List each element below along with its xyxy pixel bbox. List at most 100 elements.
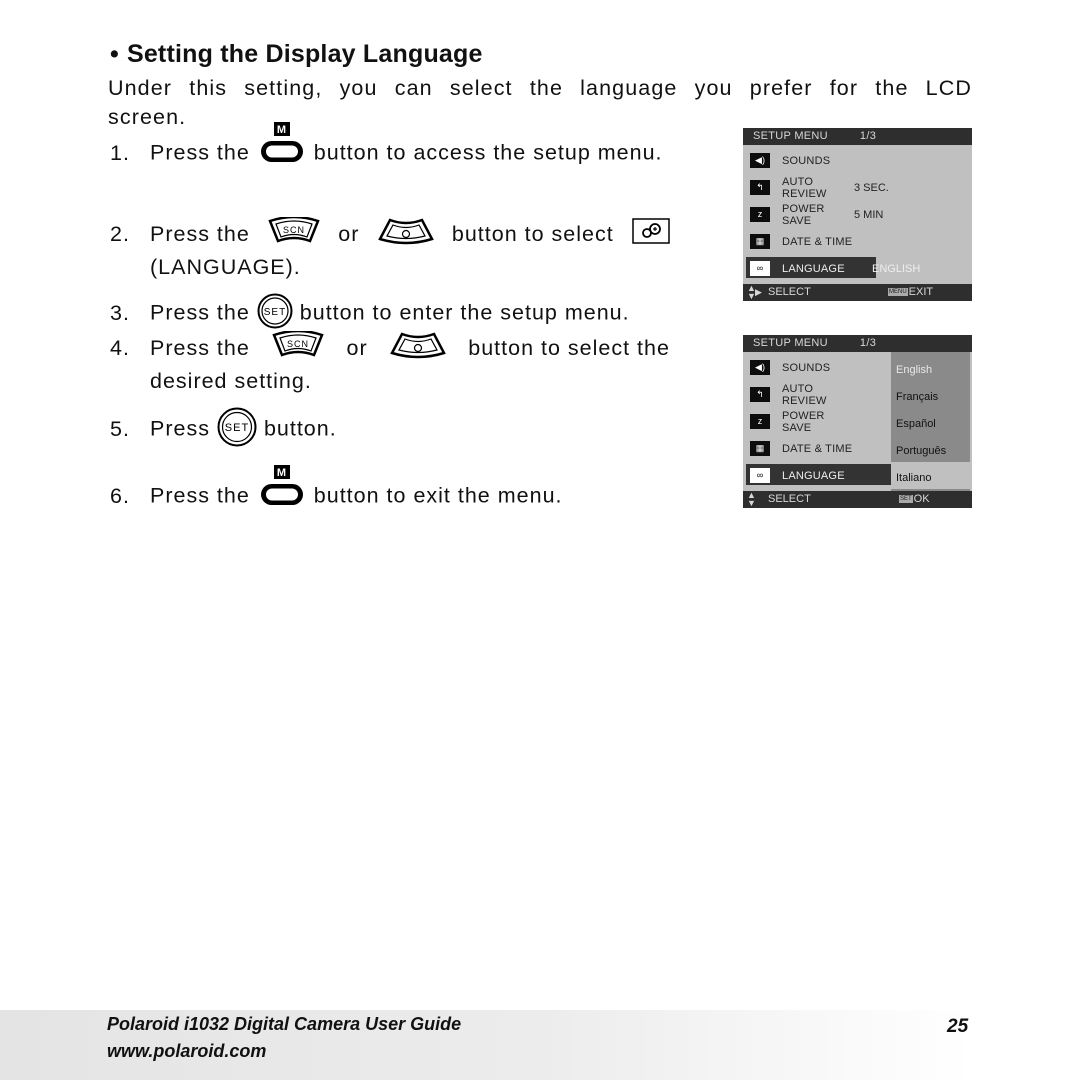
power-save-icon: z	[750, 414, 770, 429]
menu-item-label: AUTO REVIEW	[782, 382, 827, 407]
language-option-portugues[interactable]: Português	[896, 445, 946, 457]
language-icon	[632, 218, 670, 250]
menu-item-label: SOUNDS	[782, 361, 831, 374]
step-5: 5. Press SET button.	[110, 407, 337, 453]
language-option-francais[interactable]: Français	[896, 391, 938, 403]
date-time-icon: ▦	[750, 441, 770, 456]
auto-review-icon: ↰	[750, 180, 770, 195]
menu-item-value: 5 MIN	[854, 208, 884, 221]
menu-item-date-time: ▦ DATE & TIME	[743, 228, 972, 255]
self-timer-down-button-icon	[377, 217, 434, 251]
section-title: • Setting the Display Language	[110, 40, 483, 69]
step-2-continuation: (LANGUAGE).	[150, 255, 301, 279]
date-time-icon: ▦	[750, 234, 770, 249]
svg-text:SCN: SCN	[283, 225, 305, 235]
section-title-text: Setting the Display Language	[126, 40, 483, 68]
step-text: Press the	[150, 221, 250, 246]
guide-title: Polaroid i1032 Digital Camera User Guide	[107, 1014, 462, 1034]
step-4: 4. Press the SCN or button to select the	[110, 329, 670, 365]
menu-tag-icon: MENU	[888, 288, 908, 297]
language-icon: ∞	[750, 468, 770, 483]
step-number: 6.	[110, 483, 130, 508]
set-button-icon: SET	[217, 407, 257, 453]
language-option-espanol[interactable]: Español	[896, 418, 936, 430]
lcd-header-title: SETUP MENU	[753, 130, 828, 142]
step-text: button.	[263, 416, 337, 441]
step-number: 4.	[110, 335, 130, 360]
step-text: button to select	[451, 221, 614, 246]
scn-up-button-icon: SCN	[272, 329, 324, 365]
step-3: 3. Press the SET button to enter the setu…	[110, 293, 630, 335]
step-number: 3.	[110, 300, 130, 325]
step-2: 2. Press the SCN or button to select	[110, 215, 670, 251]
lcd-footer: ▲ ▼ ▶ SELECT MENU EXIT	[743, 284, 972, 301]
step-text: Press	[150, 416, 210, 441]
menu-item-power-save: z POWER SAVE 5 MIN	[743, 201, 972, 228]
menu-item-label: AUTO REVIEW	[782, 175, 827, 200]
step-text: Press the	[150, 300, 250, 325]
menu-item-sounds: ◀) SOUNDS	[743, 147, 972, 174]
lcd-header-title: SETUP MENU	[753, 337, 828, 349]
menu-item-label: POWER SAVE	[782, 202, 825, 227]
step-text: button to exit the menu.	[313, 483, 563, 508]
step-text: Press the	[150, 140, 250, 165]
menu-item-label: DATE & TIME	[782, 442, 853, 455]
menu-item-label: SOUNDS	[782, 154, 831, 167]
step-6: 6. Press the M button to exit the menu.	[110, 465, 563, 511]
menu-item-value: 3 SEC.	[854, 181, 889, 194]
page-number: 25	[947, 1016, 969, 1037]
language-icon: ∞	[750, 261, 770, 276]
menu-item-label: LANGUAGE	[782, 262, 845, 275]
footer-action-label: OK	[913, 493, 930, 505]
language-option-italiano[interactable]: Italiano	[896, 472, 931, 484]
svg-text:SET: SET	[264, 307, 286, 318]
step-text: or	[338, 221, 360, 246]
lcd-setup-menu-1: SETUP MENU 1/3 ◀) SOUNDS ↰ AUTO REVIEW 3 SEC…	[743, 128, 972, 301]
speaker-icon: ◀)	[750, 360, 770, 375]
speaker-icon: ◀)	[750, 153, 770, 168]
menu-button-icon: M	[259, 122, 305, 168]
menu-item-label: POWER SAVE	[782, 409, 825, 434]
menu-item-language: ∞ LANGUAGE	[743, 462, 972, 489]
page-footer: Polaroid i1032 Digital Camera User Guide…	[0, 1010, 1080, 1080]
scn-up-button-icon: SCN	[268, 215, 320, 251]
menu-button-icon: M	[259, 465, 305, 511]
step-1: 1. Press the M button to access the setup…	[110, 122, 663, 168]
menu-item-label: DATE & TIME	[782, 235, 853, 248]
menu-item-language: ∞ LANGUAGE ENGLISH	[743, 255, 972, 282]
intro-paragraph: Under this setting, you can select the l…	[108, 76, 972, 129]
svg-text:SCN: SCN	[287, 339, 309, 349]
menu-item-sounds: ◀) SOUNDS	[743, 354, 972, 381]
step-number: 5.	[110, 416, 130, 441]
step-text: Press the	[150, 335, 250, 360]
footer-select-label: SELECT	[768, 286, 811, 298]
power-save-icon: z	[750, 207, 770, 222]
lcd-page-indicator: 1/3	[859, 130, 877, 142]
footer-action-label: EXIT	[908, 286, 934, 298]
website-url[interactable]: www.polaroid.com	[107, 1041, 266, 1062]
navigate-arrows-icon: ▲ ▼	[747, 490, 756, 508]
lcd-menu-list: ◀) SOUNDS ↰ AUTO REVIEW 3 SEC. z POWER SAVE 5…	[743, 145, 972, 284]
language-option-english[interactable]: English	[896, 364, 932, 376]
lcd-header: SETUP MENU 1/3	[743, 128, 972, 145]
menu-item-auto-review: ↰ AUTO REVIEW 3 SEC.	[743, 174, 972, 201]
step-text: Press the	[150, 483, 250, 508]
menu-item-label: LANGUAGE	[782, 469, 845, 482]
step-text: button to access the setup menu.	[313, 140, 663, 165]
right-arrow-icon: ▶	[755, 287, 762, 297]
set-button-icon: SET	[257, 293, 293, 335]
svg-text:M: M	[277, 124, 287, 136]
step-text: button to select the	[468, 335, 670, 360]
menu-item-value: ENGLISH	[872, 262, 921, 275]
step-text: button to enter the setup menu.	[299, 300, 630, 325]
step-number: 2.	[110, 221, 130, 246]
lcd-menu-list: ◀) SOUNDS ↰ AUTO REVIEW z POWER SAVE ▦ DATE …	[743, 352, 972, 491]
auto-review-icon: ↰	[750, 387, 770, 402]
lcd-header: SETUP MENU 1/3	[743, 335, 972, 352]
step-4-continuation: desired setting.	[150, 369, 312, 393]
menu-item-power-save: z POWER SAVE	[743, 408, 972, 435]
step-text: or	[346, 335, 368, 360]
lcd-setup-menu-2: SETUP MENU 1/3 ◀) SOUNDS ↰ AUTO REVIEW z POW…	[743, 335, 972, 508]
svg-text:M: M	[277, 467, 287, 479]
footer-select-label: SELECT	[768, 493, 811, 505]
